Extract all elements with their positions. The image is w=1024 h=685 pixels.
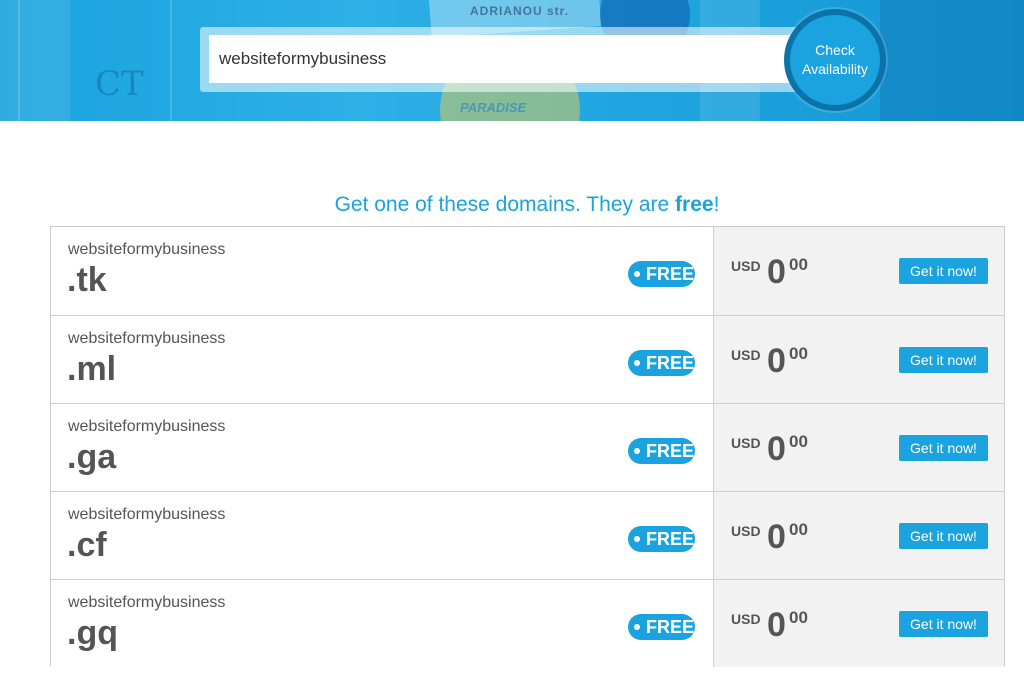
price-integer: 0 [767, 518, 786, 556]
hero-background-trees [880, 0, 1024, 121]
hero-shop-sign-text: PARADISE [460, 100, 527, 115]
free-badge-label: FREE [646, 440, 695, 461]
domain-row-ga: websiteformybusiness .ga FREE USD 0 00 G… [51, 403, 1004, 491]
free-badge: FREE [628, 614, 695, 640]
bullet-icon [634, 271, 640, 277]
price-integer: 0 [767, 342, 786, 380]
price-integer: 0 [767, 253, 786, 291]
heading-suffix: ! [713, 193, 720, 216]
get-it-now-button[interactable]: Get it now! [899, 523, 988, 549]
price-panel: USD 0 00 Get it now! [713, 580, 1004, 667]
price-decimal: 00 [789, 344, 808, 363]
price-panel: USD 0 00 Get it now! [713, 227, 1004, 315]
bullet-icon [634, 448, 640, 454]
price-panel: USD 0 00 Get it now! [713, 492, 1004, 579]
domain-row-tk: websiteformybusiness .tk FREE USD 0 00 G… [51, 227, 1004, 315]
check-availability-label-line1: Check [815, 42, 855, 58]
hero-wall-letters: CT [95, 64, 144, 104]
domain-row-cf: websiteformybusiness .cf FREE USD 0 00 G… [51, 491, 1004, 579]
price-panel: USD 0 00 Get it now! [713, 404, 1004, 491]
free-badge-label: FREE [646, 352, 695, 373]
domain-extension: .tk [67, 261, 107, 299]
price-currency: USD [731, 435, 761, 451]
domain-info: websiteformybusiness .cf FREE [51, 492, 713, 579]
price-integer: 0 [767, 606, 786, 644]
heading-emphasis: free [675, 193, 714, 216]
check-availability-label-line2: Availability [802, 61, 868, 77]
get-it-now-button[interactable]: Get it now! [899, 258, 988, 284]
free-badge-label: FREE [646, 528, 695, 549]
price-currency: USD [731, 523, 761, 539]
bullet-icon [634, 624, 640, 630]
get-it-now-button[interactable]: Get it now! [899, 347, 988, 373]
domain-row-gq: websiteformybusiness .gq FREE USD 0 00 G… [51, 579, 1004, 667]
domain-name: websiteformybusiness [68, 418, 226, 435]
free-badge: FREE [628, 526, 695, 552]
check-availability-button[interactable]: Check Availability [784, 9, 886, 111]
hero-street-sign-text: ADRIANOU str. [470, 4, 570, 18]
free-badge-label: FREE [646, 263, 695, 284]
domain-list: websiteformybusiness .tk FREE USD 0 00 G… [50, 226, 1005, 667]
domain-info: websiteformybusiness .ml FREE [51, 316, 713, 403]
bullet-icon [634, 536, 640, 542]
domain-info: websiteformybusiness .ga FREE [51, 404, 713, 491]
domain-extension: .ga [67, 438, 117, 476]
price-decimal: 00 [789, 432, 808, 451]
domain-extension: .cf [67, 526, 107, 564]
free-badge-label: FREE [646, 616, 695, 637]
free-domains-heading: Get one of these domains. They are free! [0, 193, 1024, 217]
domain-search-input[interactable] [209, 35, 799, 83]
hero-banner: CT ADRIANOU str. PARADISE Check Availabi… [0, 0, 1024, 121]
domain-row-ml: websiteformybusiness .ml FREE USD 0 00 G… [51, 315, 1004, 403]
domain-name: websiteformybusiness [68, 594, 226, 611]
price-currency: USD [731, 347, 761, 363]
free-badge: FREE [628, 261, 695, 287]
price-decimal: 00 [789, 520, 808, 539]
domain-name: websiteformybusiness [68, 241, 226, 258]
heading-prefix: Get one of these domains. They are [334, 193, 676, 216]
price-panel: USD 0 00 Get it now! [713, 316, 1004, 403]
get-it-now-button[interactable]: Get it now! [899, 435, 988, 461]
bullet-icon [634, 360, 640, 366]
price-currency: USD [731, 611, 761, 627]
free-badge: FREE [628, 350, 695, 376]
price-currency: USD [731, 258, 761, 274]
domain-info: websiteformybusiness .tk FREE [51, 227, 713, 315]
domain-extension: .gq [67, 614, 118, 652]
domain-name: websiteformybusiness [68, 330, 226, 347]
price-decimal: 00 [789, 608, 808, 627]
domain-search-box [200, 27, 804, 92]
domain-extension: .ml [67, 350, 117, 388]
domain-info: websiteformybusiness .gq FREE [51, 580, 713, 667]
free-badge: FREE [628, 438, 695, 464]
price-integer: 0 [767, 430, 786, 468]
price-decimal: 00 [789, 255, 808, 274]
domain-name: websiteformybusiness [68, 506, 226, 523]
get-it-now-button[interactable]: Get it now! [899, 611, 988, 637]
